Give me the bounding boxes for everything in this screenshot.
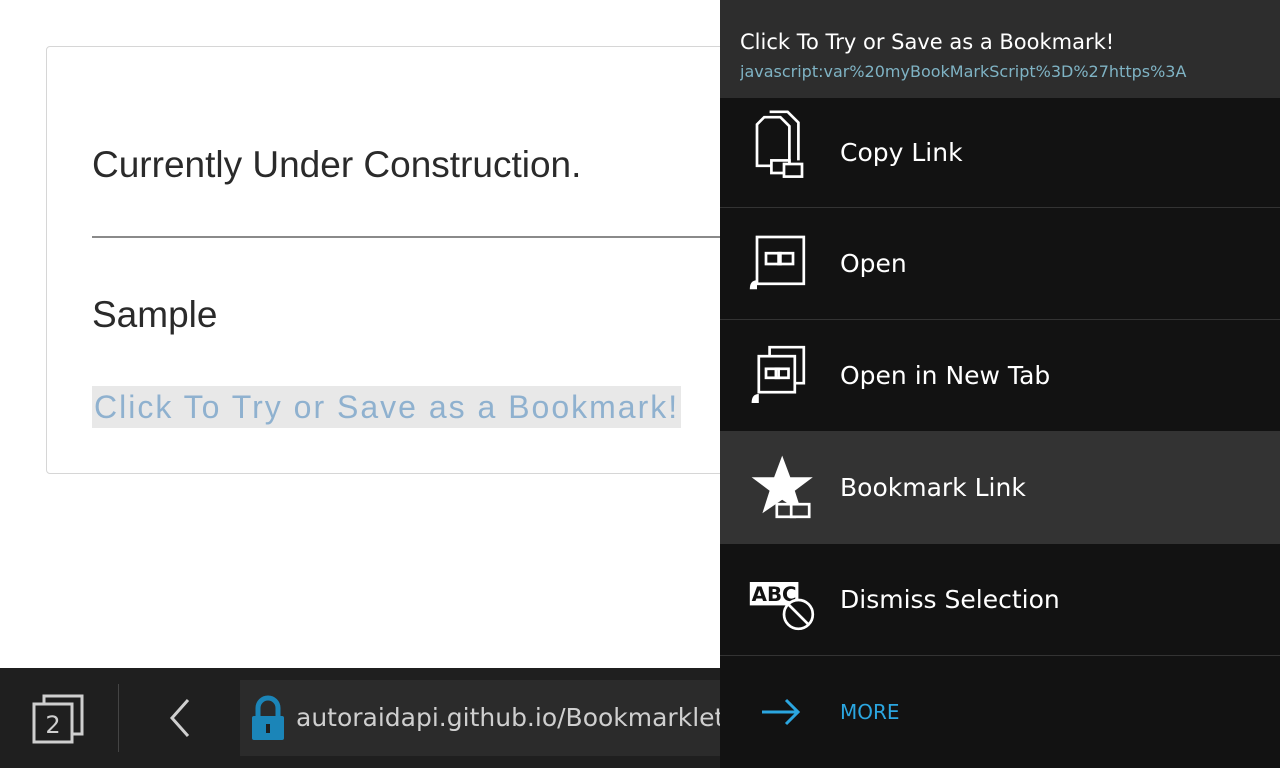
- menu-item-open-new-tab[interactable]: Open in New Tab: [720, 320, 1280, 432]
- tabs-icon: 2: [32, 694, 84, 744]
- context-menu-panel: Click To Try or Save as a Bookmark! java…: [720, 0, 1280, 768]
- bookmark-link-label: Bookmark Link: [840, 473, 1026, 502]
- copy-link-label: Copy Link: [840, 138, 963, 167]
- open-link-icon: [749, 235, 806, 290]
- address-bar[interactable]: autoraidapi.github.io/Bookmarklet: [240, 680, 720, 756]
- bookmarklet-link[interactable]: Click To Try or Save as a Bookmark!: [92, 386, 682, 428]
- menu-item-bookmark-link[interactable]: Bookmark Link: [720, 432, 1280, 544]
- open-new-tab-label: Open in New Tab: [840, 361, 1051, 390]
- open-label: Open: [840, 249, 907, 278]
- dismiss-selection-icon: ABC: [749, 582, 815, 631]
- open-new-tab-icon: [751, 345, 806, 403]
- url-fade: [1220, 56, 1280, 86]
- url-text: autoraidapi.github.io/Bookmarklet: [296, 703, 720, 732]
- tab-count: 2: [45, 711, 60, 739]
- link-title: Click To Try or Save as a Bookmark!: [740, 30, 1115, 54]
- menu-item-open[interactable]: Open: [720, 208, 1280, 320]
- menu-item-dismiss-selection[interactable]: ABC Dismiss Selection: [720, 544, 1280, 656]
- tabs-button[interactable]: 2: [22, 688, 94, 748]
- back-button[interactable]: [150, 688, 210, 748]
- page-heading: Currently Under Construction.: [92, 144, 582, 185]
- menu-item-copy-link[interactable]: Copy Link: [720, 98, 1280, 208]
- copy-link-icon: [755, 110, 804, 178]
- divider: [92, 236, 732, 238]
- lock-icon: [252, 695, 284, 740]
- context-menu-header: Click To Try or Save as a Bookmark! java…: [720, 0, 1280, 110]
- more-button[interactable]: MORE: [720, 656, 1280, 768]
- toolbar-separator: [118, 684, 119, 752]
- dismiss-selection-label: Dismiss Selection: [840, 585, 1060, 614]
- bookmark-star-icon: [751, 455, 813, 519]
- more-label: MORE: [840, 700, 900, 724]
- arrow-right-icon: [762, 698, 801, 726]
- section-heading: Sample: [92, 294, 218, 335]
- back-arrow-icon: [169, 699, 190, 737]
- link-url: javascript:var%20myBookMarkScript%3D%27h…: [740, 62, 1187, 81]
- browser-bottom-bar: 2 autoraidapi.github.io/Bookmarklet: [0, 668, 720, 768]
